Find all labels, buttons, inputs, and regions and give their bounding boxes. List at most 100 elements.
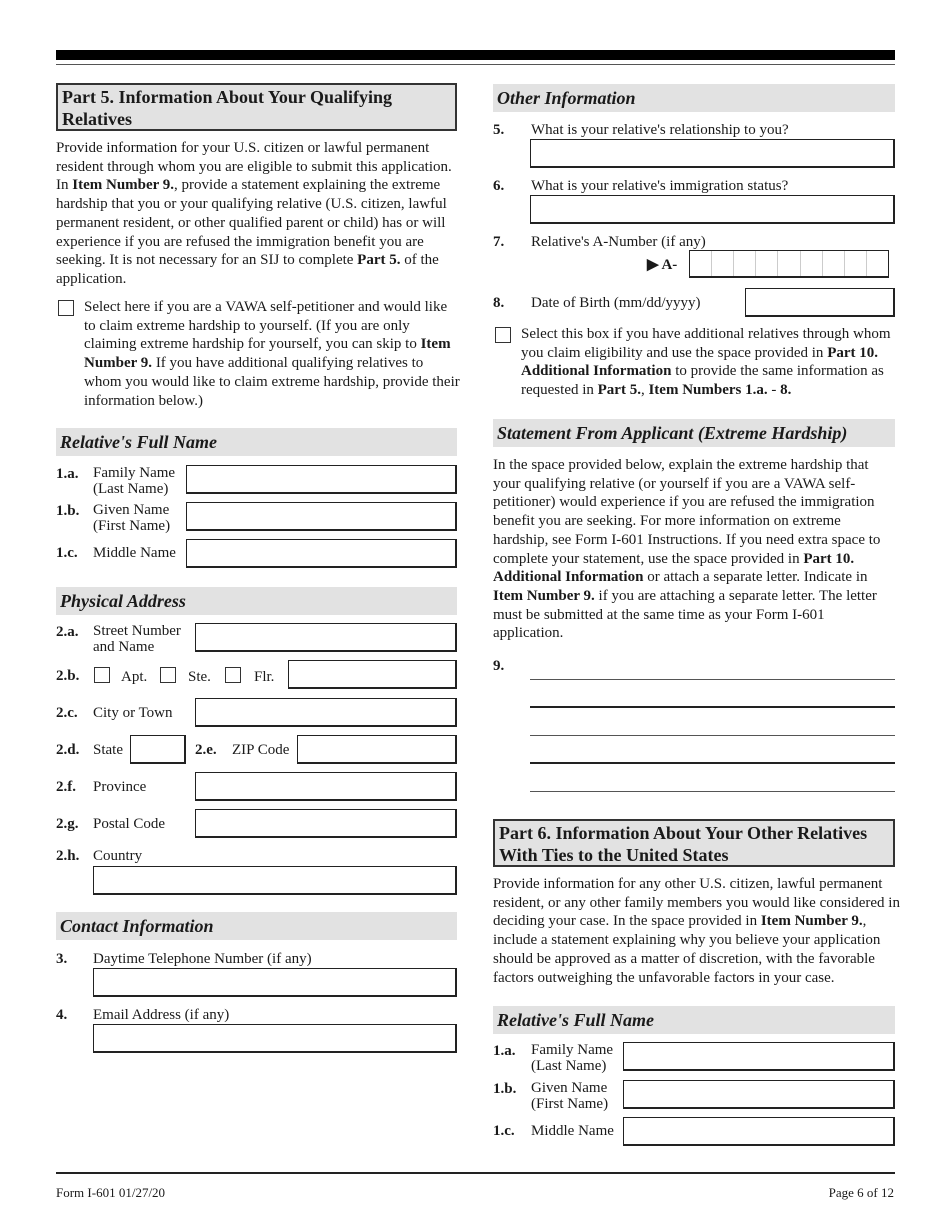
text-run: Select here if you are a VAWA self-petit…: [84, 299, 448, 353]
vawa-self-petitioner-checkbox[interactable]: [58, 300, 74, 316]
item-number: 6.: [493, 178, 505, 194]
a-number-digit[interactable]: [778, 251, 801, 276]
country-label: Country: [93, 848, 143, 864]
province-input[interactable]: [195, 772, 457, 801]
given-name-label: Given Name (First Name): [93, 502, 171, 534]
statement-line[interactable]: [530, 706, 895, 708]
text-run: -: [767, 382, 781, 399]
item-number: 8.: [493, 295, 505, 311]
state-label: State: [93, 742, 123, 758]
flr-label: Flr.: [254, 669, 275, 685]
statement-line[interactable]: [530, 791, 895, 792]
a-number-prefix: ▶ A-: [647, 257, 678, 273]
apt-checkbox[interactable]: [94, 667, 110, 683]
section-other-information: Other Information: [493, 84, 895, 112]
item-number: 1.c.: [493, 1123, 515, 1139]
part6-given-name-input[interactable]: [623, 1080, 895, 1109]
part6-family-name-input[interactable]: [623, 1042, 895, 1071]
header-rule-thin: [56, 64, 895, 65]
item-number: 5.: [493, 122, 505, 138]
statement-line[interactable]: [530, 735, 895, 736]
middle-name-label: Middle Name: [93, 545, 176, 561]
immigration-status-label: What is your relative's immigration stat…: [531, 178, 789, 194]
email-input[interactable]: [93, 1024, 457, 1053]
street-label: Street Number and Name: [93, 623, 181, 655]
statement-line[interactable]: [530, 762, 895, 764]
additional-relatives-checkbox[interactable]: [495, 327, 511, 343]
a-number-digit[interactable]: [756, 251, 779, 276]
additional-relatives-label: Select this box if you have additional r…: [521, 325, 897, 400]
part6-family-name-label: Family Name (Last Name): [531, 1042, 614, 1074]
emphasis-text: Item Number 9.: [493, 587, 595, 604]
item-number: 7.: [493, 234, 505, 250]
city-input[interactable]: [195, 698, 457, 727]
ste-checkbox[interactable]: [160, 667, 176, 683]
statement-instructions: In the space provided below, explain the…: [493, 456, 897, 643]
part5-title: Part 5. Information About Your Qualifyin…: [56, 83, 457, 131]
relationship-label: What is your relative's relationship to …: [531, 122, 789, 138]
part6-intro: Provide information for any other U.S. c…: [493, 875, 903, 987]
a-number-digit[interactable]: [845, 251, 867, 276]
section-relative-full-name: Relative's Full Name: [56, 428, 457, 456]
item-number: 1.a.: [493, 1043, 516, 1059]
a-number-input[interactable]: [689, 250, 889, 278]
part5-intro: Provide information for your U.S. citize…: [56, 139, 458, 289]
item-number: 1.b.: [56, 503, 80, 519]
middle-name-input[interactable]: [186, 539, 457, 568]
item-number: 3.: [56, 951, 68, 967]
part6-title: Part 6. Information About Your Other Rel…: [493, 819, 895, 867]
family-name-input[interactable]: [186, 465, 457, 494]
province-label: Province: [93, 779, 147, 795]
a-number-digit[interactable]: [712, 251, 735, 276]
given-name-input[interactable]: [186, 502, 457, 531]
emphasis-text: Part 5.: [597, 382, 641, 399]
postal-code-input[interactable]: [195, 809, 457, 838]
emphasis-text: Item Number 9.: [72, 177, 175, 194]
a-number-label: Relative's A-Number (if any): [531, 234, 706, 250]
item-number: 4.: [56, 1007, 68, 1023]
item-number: 1.c.: [56, 545, 78, 561]
a-number-digit[interactable]: [867, 251, 888, 276]
emphasis-text: Item Number 9.: [760, 913, 863, 930]
part6-middle-name-label: Middle Name: [531, 1123, 614, 1139]
a-number-digit[interactable]: [690, 251, 713, 276]
a-number-digit[interactable]: [823, 251, 845, 276]
a-number-digit[interactable]: [801, 251, 823, 276]
emphasis-text: 8.: [780, 382, 792, 399]
section-part6-relative-full-name: Relative's Full Name: [493, 1006, 895, 1034]
state-input[interactable]: [130, 735, 186, 764]
item-number: 9.: [493, 658, 505, 674]
header-rule-thick: [56, 50, 895, 60]
street-input[interactable]: [195, 623, 457, 652]
a-number-digit[interactable]: [734, 251, 757, 276]
section-contact-information: Contact Information: [56, 912, 457, 940]
vawa-checkbox-label: Select here if you are a VAWA self-petit…: [84, 298, 462, 410]
item-number: 1.a.: [56, 466, 79, 482]
section-statement-from-applicant: Statement From Applicant (Extreme Hardsh…: [493, 419, 895, 447]
zip-label: ZIP Code: [232, 742, 290, 758]
emphasis-text: Part 5.: [357, 252, 401, 269]
item-number: 2.a.: [56, 624, 79, 640]
item-number: 2.f.: [56, 779, 76, 795]
part6-given-name-label: Given Name (First Name): [531, 1080, 609, 1112]
statement-line[interactable]: [530, 679, 895, 680]
item-number: 2.b.: [56, 668, 80, 684]
section-physical-address: Physical Address: [56, 587, 457, 615]
dob-label: Date of Birth (mm/dd/yyyy): [531, 295, 701, 311]
flr-checkbox[interactable]: [225, 667, 241, 683]
postal-code-label: Postal Code: [93, 816, 166, 832]
apt-label: Apt.: [121, 669, 148, 685]
relationship-input[interactable]: [530, 139, 895, 168]
phone-input[interactable]: [93, 968, 457, 997]
country-input[interactable]: [93, 866, 457, 895]
ste-label: Ste.: [188, 669, 211, 685]
item-number: 2.e.: [195, 742, 217, 758]
zip-input[interactable]: [297, 735, 457, 764]
city-label: City or Town: [93, 705, 173, 721]
dob-input[interactable]: [745, 288, 895, 317]
immigration-status-input[interactable]: [530, 195, 895, 224]
unit-number-input[interactable]: [288, 660, 457, 689]
item-number: 2.h.: [56, 848, 80, 864]
form-identifier: Form I-601 01/27/20: [56, 1185, 166, 1200]
part6-middle-name-input[interactable]: [623, 1117, 895, 1146]
